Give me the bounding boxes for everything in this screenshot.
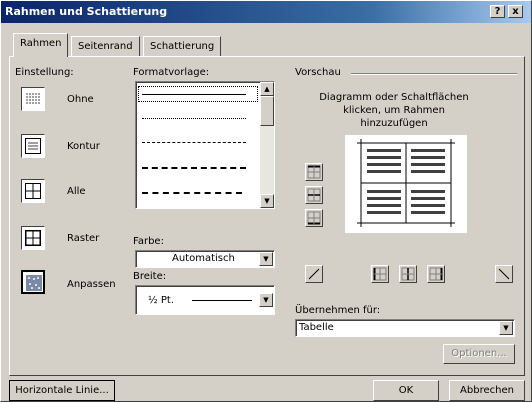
- bottom-border-button[interactable]: [305, 209, 323, 227]
- line-style-solid[interactable]: [142, 94, 246, 95]
- line-style-list[interactable]: ▲ ▼: [135, 81, 275, 209]
- color-dropdown-arrow-icon[interactable]: ▼: [259, 252, 273, 266]
- apply-to-dropdown[interactable]: Tabelle ▼: [295, 319, 515, 337]
- preview-hint: Diagramm oder Schaltflächen klicken, um …: [319, 92, 469, 129]
- tab-rahmen[interactable]: Rahmen: [13, 33, 69, 57]
- tab-seitenrand-label: Seitenrand: [78, 41, 133, 52]
- width-dropdown-arrow-icon[interactable]: ▼: [259, 293, 273, 307]
- tab-schattierung[interactable]: Schattierung: [143, 36, 222, 56]
- diagonal-down-button[interactable]: [305, 265, 323, 283]
- horizontal-line-button[interactable]: Horizontale Linie...: [9, 380, 115, 401]
- none-border-icon: [26, 93, 40, 104]
- options-button[interactable]: Optionen...: [443, 344, 515, 364]
- setting-all-label[interactable]: Alle: [67, 186, 86, 197]
- apply-to-label: Übernehmen für:: [295, 305, 381, 316]
- diagonal-up-icon: [308, 268, 320, 280]
- setting-custom-label[interactable]: Anpassen: [67, 279, 116, 290]
- scroll-up-button[interactable]: ▲: [260, 82, 274, 96]
- ok-button[interactable]: OK: [373, 380, 439, 401]
- line-style-scrollbar[interactable]: ▲ ▼: [260, 82, 274, 208]
- line-style-dashed[interactable]: [142, 167, 246, 169]
- diagonal-up-button[interactable]: [495, 265, 513, 283]
- left-border-button[interactable]: [371, 265, 389, 283]
- close-button[interactable]: x: [508, 5, 523, 18]
- line-style-dash-dot[interactable]: [142, 192, 242, 194]
- cancel-button[interactable]: Abbrechen: [449, 380, 525, 401]
- setting-grid-label[interactable]: Raster: [67, 233, 99, 244]
- color-value: Automatisch: [172, 253, 235, 264]
- top-border-button[interactable]: [305, 163, 323, 181]
- tab-rahmen-label: Rahmen: [20, 38, 62, 49]
- all-borders-icon: [25, 183, 41, 199]
- help-button[interactable]: ?: [490, 5, 505, 18]
- width-label: Breite:: [133, 271, 167, 282]
- apply-to-arrow-icon[interactable]: ▼: [499, 321, 513, 335]
- color-dropdown[interactable]: Automatisch ▼: [135, 250, 275, 268]
- setting-box-button[interactable]: [21, 134, 45, 158]
- scroll-down-button[interactable]: ▼: [260, 194, 274, 208]
- setting-none-button[interactable]: [21, 87, 45, 111]
- line-style-dotted[interactable]: [142, 118, 246, 119]
- title-bar: Rahmen und Schattierung ? x: [1, 1, 531, 23]
- tab-seitenrand[interactable]: Seitenrand: [71, 36, 140, 56]
- preview-area[interactable]: [345, 135, 467, 233]
- preview-heading: Vorschau: [295, 67, 341, 78]
- box-border-icon: [25, 138, 41, 154]
- scroll-thumb[interactable]: [260, 96, 274, 126]
- apply-to-value: Tabelle: [299, 322, 334, 333]
- top-border-icon: [307, 165, 321, 179]
- color-label: Farbe:: [133, 236, 164, 247]
- settings-heading: Einstellung:: [15, 67, 74, 78]
- diagonal-down-icon: [498, 268, 510, 280]
- width-sample-line: [192, 300, 252, 301]
- inner-vertical-button[interactable]: [399, 265, 417, 283]
- borders-shading-dialog: Rahmen und Schattierung ? x Rahmen Seite…: [0, 0, 532, 402]
- inner-horizontal-icon: [307, 188, 321, 202]
- dialog-title: Rahmen und Schattierung: [5, 5, 168, 18]
- left-border-icon: [373, 267, 387, 281]
- width-dropdown[interactable]: ½ Pt. ▼: [135, 285, 275, 315]
- setting-custom-button[interactable]: [21, 270, 45, 294]
- inner-vertical-icon: [401, 267, 415, 281]
- right-border-button[interactable]: [427, 265, 445, 283]
- preview-table-icon: [357, 139, 455, 227]
- setting-none-label[interactable]: Ohne: [67, 94, 94, 105]
- bottom-border-icon: [307, 211, 321, 225]
- setting-all-button[interactable]: [21, 179, 45, 203]
- tab-schattierung-label: Schattierung: [150, 41, 215, 52]
- preview-separator: [351, 73, 517, 75]
- setting-box-label[interactable]: Kontur: [67, 141, 100, 152]
- grid-border-icon: [25, 230, 41, 246]
- right-border-icon: [429, 267, 443, 281]
- setting-grid-button[interactable]: [21, 226, 45, 250]
- width-value: ½ Pt.: [148, 295, 175, 306]
- line-style-dashed-fine[interactable]: [142, 142, 246, 143]
- inner-horizontal-button[interactable]: [305, 186, 323, 204]
- custom-border-icon: [26, 275, 42, 291]
- style-heading: Formatvorlage:: [133, 67, 210, 78]
